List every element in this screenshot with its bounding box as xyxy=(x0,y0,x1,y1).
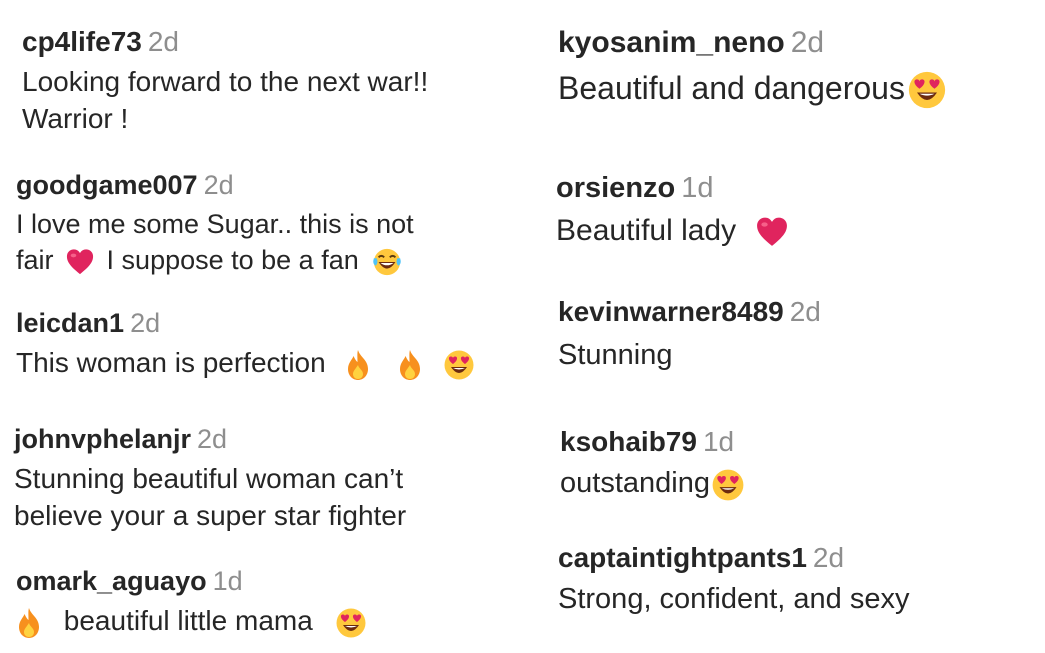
comment-text: Looking forward to the next war!! Warrio… xyxy=(22,64,428,138)
heart-eyes-icon xyxy=(335,607,367,639)
comment-orsienzo: orsienzo 1d Beautiful lady xyxy=(556,172,790,251)
comment-meta: cp4life73 2d xyxy=(22,26,428,58)
comment-ksohaib79: ksohaib79 1d outstanding xyxy=(560,426,745,502)
comment-text-line: I love me some Sugar.. this is not xyxy=(16,209,414,240)
comment-timestamp[interactable]: 1d xyxy=(213,566,243,596)
comment-meta: captaintightpants1 2d xyxy=(558,542,909,574)
comment-username[interactable]: orsienzo xyxy=(556,172,675,204)
comment-text-line: believe your a super star fighter xyxy=(14,500,407,531)
comment-timestamp[interactable]: 2d xyxy=(204,170,234,200)
comment-text-line: Beautiful and dangerous xyxy=(558,69,905,106)
comment-timestamp[interactable]: 2d xyxy=(813,542,844,573)
comment-text: Stunning xyxy=(558,336,836,374)
comment-meta: kevinwarner8489 2d xyxy=(558,296,836,328)
comment-username[interactable]: omark_aguayo xyxy=(16,566,207,596)
comment-text-line: beautiful little mama xyxy=(63,605,313,637)
comment-timestamp[interactable]: 2d xyxy=(791,26,824,59)
comment-username[interactable]: goodgame007 xyxy=(16,170,198,200)
comment-meta: johnvphelanjr 2d xyxy=(14,424,406,455)
comment-text-line: Strong, confident, and sexy xyxy=(558,583,910,616)
heart-eyes-icon xyxy=(907,70,947,110)
comment-text-line: Stunning beautiful woman can’t xyxy=(14,463,404,495)
comment-username[interactable]: kyosanim_neno xyxy=(558,26,785,59)
comment-text: I love me some Sugar.. this is not fair … xyxy=(16,207,414,278)
comment-meta: leicdan1 2d xyxy=(16,308,475,339)
comment-text-line: Stunning xyxy=(558,339,673,372)
comment-timestamp[interactable]: 2d xyxy=(197,424,227,454)
comment-username[interactable]: captaintightpants1 xyxy=(558,542,807,573)
comment-meta: kyosanim_neno 2d xyxy=(558,26,947,61)
comment-text: outstanding xyxy=(560,464,745,502)
comment-meta: orsienzo 1d xyxy=(556,172,790,205)
comment-kevinwarner8489: kevinwarner8489 2d Stunning xyxy=(558,296,836,374)
comment-text-line: Looking forward to the next war!! xyxy=(22,66,429,98)
red-heart-icon xyxy=(65,248,95,276)
comment-text-line: This woman is perfection xyxy=(16,347,326,379)
comment-text-line: outstanding xyxy=(560,467,710,500)
fire-icon xyxy=(345,349,371,381)
heart-eyes-icon xyxy=(711,468,745,502)
comment-text-fragment: fair xyxy=(16,244,54,275)
comment-username[interactable]: ksohaib79 xyxy=(560,426,697,457)
fire-icon xyxy=(397,349,423,381)
comment-omark_aguayo: omark_aguayo 1d beautiful little mama xyxy=(16,566,367,640)
comment-text: This woman is perfection xyxy=(16,345,475,382)
comment-cp4life73: cp4life73 2d Looking forward to the next … xyxy=(22,26,428,138)
comment-timestamp[interactable]: 1d xyxy=(681,172,713,204)
comment-captaintightpants1: captaintightpants1 2d Strong, confident, … xyxy=(558,542,909,618)
comment-username[interactable]: johnvphelanjr xyxy=(14,424,191,454)
comment-username[interactable]: leicdan1 xyxy=(16,308,124,338)
red-heart-icon xyxy=(754,216,790,248)
comment-text-line: Beautiful lady xyxy=(556,214,737,248)
comment-text-fragment: I suppose to be a fan xyxy=(106,244,359,275)
comment-kyosanim_neno: kyosanim_neno 2d Beautiful and dangerous xyxy=(558,26,947,110)
comment-meta: ksohaib79 1d xyxy=(560,426,745,458)
comment-text: beautiful little mama xyxy=(16,603,367,640)
comment-timestamp[interactable]: 2d xyxy=(790,296,821,327)
comment-meta: goodgame007 2d xyxy=(16,170,414,201)
comment-leicdan1: leicdan1 2d This woman is perfection xyxy=(16,308,475,382)
comment-text-line: Warrior ! xyxy=(22,103,129,135)
laughing-tears-icon xyxy=(372,247,402,277)
comment-text: Beautiful and dangerous xyxy=(558,67,947,111)
comment-timestamp[interactable]: 1d xyxy=(703,426,734,457)
comment-text: Stunning beautiful woman can’t believe y… xyxy=(14,461,406,535)
comment-timestamp[interactable]: 2d xyxy=(148,26,179,57)
heart-eyes-icon xyxy=(443,349,475,381)
comment-username[interactable]: kevinwarner8489 xyxy=(558,296,784,327)
comment-johnvphelanjr: johnvphelanjr 2d Stunning beautiful woman… xyxy=(14,424,406,535)
comment-username[interactable]: cp4life73 xyxy=(22,26,142,57)
comment-text: Beautiful lady xyxy=(556,211,790,251)
comment-meta: omark_aguayo 1d xyxy=(16,566,367,597)
comment-text: Strong, confident, and sexy xyxy=(558,580,909,618)
comment-timestamp[interactable]: 2d xyxy=(130,308,160,338)
comment-goodgame007: goodgame007 2d I love me some Sugar.. thi… xyxy=(16,170,414,278)
fire-icon xyxy=(16,607,42,639)
